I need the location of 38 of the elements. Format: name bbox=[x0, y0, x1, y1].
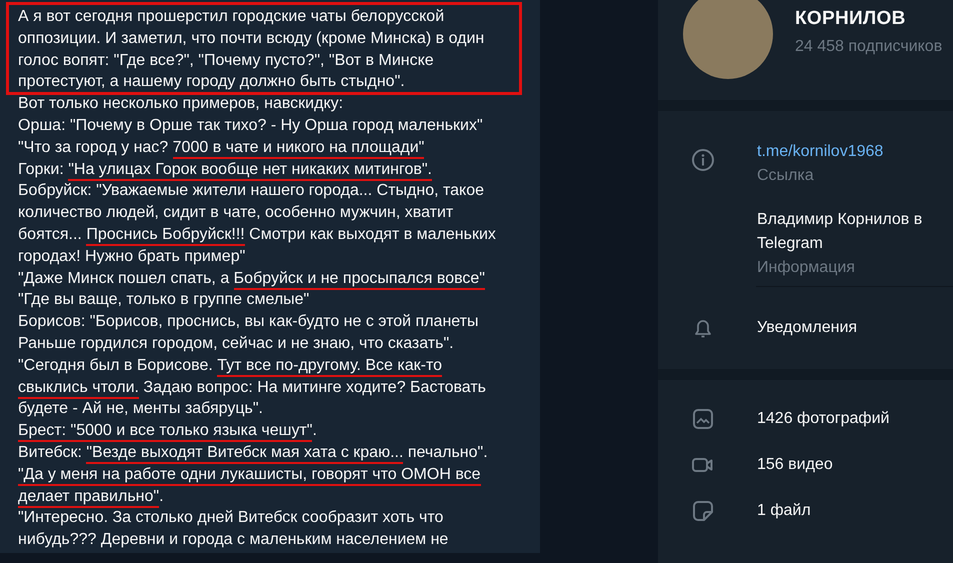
media-row[interactable]: 1 файл bbox=[658, 498, 953, 523]
message-line: будете - Ай не, менты забяруць". bbox=[18, 399, 263, 420]
media-row[interactable]: 1426 фотографий bbox=[658, 406, 953, 431]
link-caption: Ссылка bbox=[757, 166, 814, 186]
media-row[interactable]: 156 видео bbox=[658, 452, 953, 477]
message-line: Раньше гордился городом, сейчас и не знаю, что сказать". bbox=[18, 334, 454, 354]
message-line: количество людей, сидит в чате, особенно мужчин, хватит bbox=[18, 203, 454, 224]
channel-name: КОРНИЛОВ bbox=[795, 8, 907, 30]
subscriber-count: 24 458 подписчиков bbox=[795, 38, 942, 56]
message-line: Брест: "5000 и все только языка чешут". bbox=[18, 420, 317, 442]
message-line: оппозиции. И заметил, что почти всюду (кроме Минска) в один bbox=[18, 28, 484, 49]
description-caption: Информация bbox=[757, 258, 855, 278]
message-line: Горки: "На улицах Горок вообще нет никаких митингов". bbox=[18, 158, 432, 180]
message-line: городах! Нужно брать пример" bbox=[18, 246, 246, 267]
message-line: Орша: "Почему в Орше так тихо? - Ну Орша город маленьких" bbox=[18, 116, 483, 136]
message-line: "Даже Минск пошел спать, а Бобруйск и не просыпался вовсе" bbox=[18, 268, 485, 290]
message-line: боятся... Проснись Бобруйск!!! Смотри как выходят в маленьких bbox=[18, 224, 496, 246]
message-line: "Интересно. За столько дней Витебск сообразит хоть что bbox=[18, 508, 444, 528]
message-line: Витебск: "Везде выходят Витебск мая хата с краю... печально". bbox=[18, 442, 488, 464]
message-line: свыклись чтоли. Задаю вопрос: На митинге ходите? Бастовать bbox=[18, 376, 486, 398]
image-icon bbox=[691, 406, 715, 430]
message-line: протестуют, а нашему городу должно быть стыдно". bbox=[18, 72, 405, 92]
message-line: "Где вы ваще, только в группе смелые" bbox=[18, 290, 310, 310]
message-line: делает правильно". bbox=[18, 486, 164, 508]
message-line: Бобруйск: "Уважаемые жители нашего города... Стыдно, такое bbox=[18, 181, 484, 202]
message-line: "Сегодня был в Борисове. Тут все по-другому. Все как-то bbox=[18, 354, 442, 377]
info-icon bbox=[691, 148, 715, 172]
message-line: голос вопят: "Где все?", "Почему пусто?", "Вот в Минске bbox=[18, 50, 434, 71]
message-line: "Да у меня на работе одни лукашисты, говорят что ОМОН все bbox=[18, 464, 481, 486]
message-line: нибудь??? Деревни и города с маленьким населением не bbox=[18, 530, 448, 550]
channel-description: Владимир Корнилов в Telegram bbox=[757, 210, 924, 254]
message-line: Борисов: "Борисов, проснись, вы как-будто не с этой планеты bbox=[18, 312, 478, 332]
message-line: "Что за город у нас? 7000 в чате и никого на площади" bbox=[18, 136, 424, 159]
message-line: А я вот сегодня прошерстил городские чаты белорусской bbox=[18, 7, 444, 27]
notifications-row[interactable]: Уведомления bbox=[658, 287, 953, 369]
channel-link[interactable]: t.me/kornilov1968 bbox=[757, 140, 884, 164]
file-icon bbox=[691, 498, 715, 522]
message-line: Вот только несколько примеров, навскидку: bbox=[18, 94, 344, 114]
